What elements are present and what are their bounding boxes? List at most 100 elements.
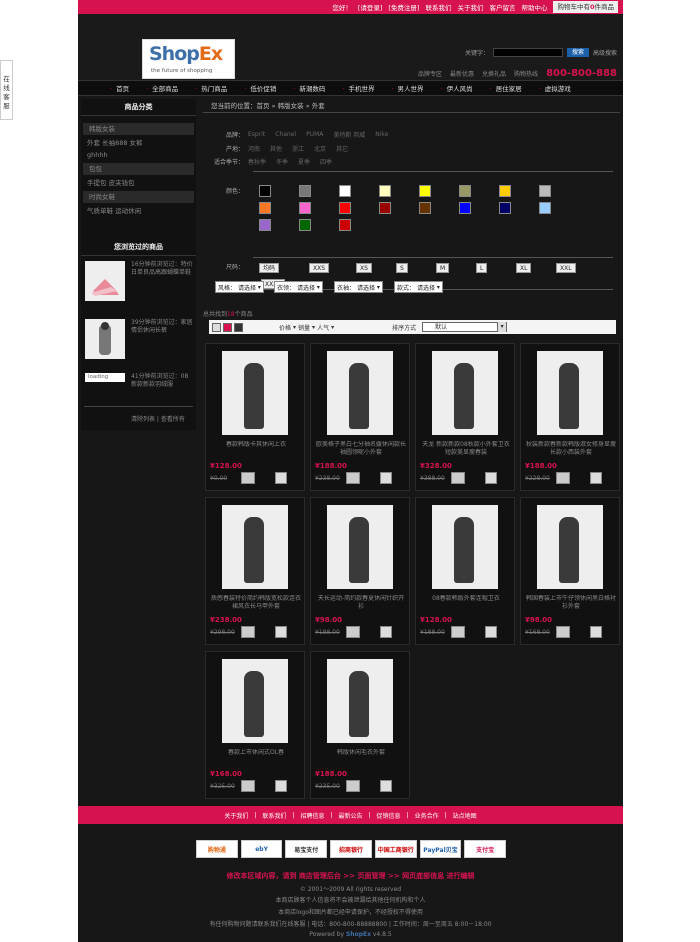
season-option[interactable]: 四季 (320, 157, 332, 166)
zoom-icon[interactable] (380, 472, 392, 484)
history-item[interactable]: loading 41分钟前浏览过：08新款新款羽绒服 (81, 371, 196, 415)
add-to-cart-icon[interactable] (451, 626, 465, 638)
size-option[interactable]: 均码 (259, 263, 280, 273)
season-option[interactable]: 春秋季 (248, 157, 266, 166)
color-swatch[interactable] (379, 185, 391, 197)
product-name[interactable]: 天长运动-简约款春夏休闲针织开衫 (315, 595, 407, 611)
add-to-cart-icon[interactable] (241, 472, 255, 484)
add-to-cart-icon[interactable] (346, 626, 360, 638)
nav-home[interactable]: 首页 (110, 83, 129, 93)
nav-hot[interactable]: 热门商品 (195, 83, 227, 93)
sort-popularity[interactable]: 人气 (317, 323, 329, 332)
product-card[interactable]: 天长运动-简约款春夏休闲针织开衫 ¥98.00 ¥188.00 (310, 497, 410, 645)
sublink-brand[interactable]: 品牌专区 (418, 69, 442, 78)
history-thumb[interactable] (85, 319, 125, 359)
sort-sales[interactable]: 销量 (298, 323, 310, 332)
crumb-category[interactable]: 韩版女装 (278, 102, 304, 110)
category-item[interactable]: 气质单鞋 运动休闲 (81, 205, 196, 217)
origin-option[interactable]: 其它 (336, 144, 348, 153)
nav-games[interactable]: 虚拟游戏 (539, 83, 571, 93)
zoom-icon[interactable] (380, 780, 392, 792)
advanced-search-link[interactable]: 高级搜索 (593, 48, 617, 57)
top-link-message[interactable]: 客户留言 (489, 2, 515, 12)
product-image[interactable] (432, 505, 498, 589)
category-item[interactable]: 外套 长袖888 女裤 (81, 137, 196, 149)
history-item[interactable]: 39分钟前浏览过：家居情侣休闲长裤 (81, 317, 196, 361)
product-image[interactable] (537, 351, 603, 435)
product-image[interactable] (327, 659, 393, 743)
product-card[interactable]: 韩版休闲毛衣外套 ¥188.00 ¥235.00 (310, 651, 410, 799)
top-link-about[interactable]: 关于我们 (457, 2, 483, 12)
product-name[interactable]: 韩版休闲毛衣外套 (315, 749, 407, 765)
color-swatch[interactable] (459, 202, 471, 214)
footer-link[interactable]: 招聘信息 (300, 811, 324, 820)
search-button[interactable]: 搜索 (566, 48, 589, 57)
product-name[interactable]: 欧美格子黑白七分袖名媛休闲款长袖圆领呢小外套 (315, 441, 407, 457)
color-swatch[interactable] (259, 185, 271, 197)
size-option[interactable]: XS (356, 263, 372, 273)
category-item[interactable]: 韩版女装 (83, 123, 194, 135)
list-view-icon[interactable] (212, 322, 221, 332)
product-name[interactable]: 韩国春装上市牛仔领休闲黑白格衬衫外套 (525, 595, 617, 611)
product-name[interactable]: 08春款韩版外套连帽卫衣 (420, 595, 512, 611)
color-swatch[interactable] (419, 185, 431, 197)
sublink-offers[interactable]: 最新优惠 (450, 69, 474, 78)
brand-option[interactable]: 美特斯 邦威 (333, 130, 365, 139)
add-to-cart-icon[interactable] (451, 472, 465, 484)
product-card[interactable]: 春款韩版卡其休闲上衣 ¥128.00 ¥0.00 (205, 343, 305, 491)
login-link[interactable]: [请登录] (358, 2, 383, 12)
color-swatch[interactable] (259, 219, 271, 231)
online-service-tab[interactable]: 在线客服 (0, 60, 13, 120)
product-image[interactable] (222, 505, 288, 589)
product-image[interactable] (537, 505, 603, 589)
size-option[interactable]: XXL (556, 263, 576, 273)
product-card[interactable]: 08春款韩版外套连帽卫衣 ¥128.00 ¥188.00 (415, 497, 515, 645)
color-swatch[interactable] (339, 185, 351, 197)
category-item[interactable]: 包包 (83, 163, 194, 175)
footer-link[interactable]: 最新公告 (338, 811, 362, 820)
size-option[interactable]: S (396, 263, 408, 273)
grid-view-icon[interactable] (223, 322, 232, 332)
collar-select[interactable]: 衣领： 请选择 ▾ (274, 281, 323, 293)
product-name[interactable]: 质感春装特价简约韩版宽松款连衣裙风衣长马甲外套 (210, 595, 302, 611)
color-swatch[interactable] (499, 202, 511, 214)
product-card[interactable]: 欧美格子黑白七分袖名媛休闲款长袖圆领呢小外套 ¥188.00 ¥238.00 (310, 343, 410, 491)
product-card[interactable]: 秋装新款春新款韩版淑女修身显瘦长款小西装外套 ¥188.00 ¥228.00 (520, 343, 620, 491)
nav-women[interactable]: 伊人风尚 (441, 83, 473, 93)
color-swatch[interactable] (379, 202, 391, 214)
add-to-cart-icon[interactable] (241, 780, 255, 792)
size-option[interactable]: L (476, 263, 488, 273)
add-to-cart-icon[interactable] (346, 780, 360, 792)
category-item[interactable]: 手提包 皮夹钱包 (81, 177, 196, 189)
color-swatch[interactable] (539, 185, 551, 197)
zoom-icon[interactable] (275, 626, 287, 638)
product-card[interactable]: 天龙 新款新款08秋款小外套卫衣短款美显瘦春装 ¥328.00 ¥388.00 (415, 343, 515, 491)
color-swatch[interactable] (339, 219, 351, 231)
color-swatch[interactable] (339, 202, 351, 214)
brand-option[interactable]: Chanel (275, 131, 296, 138)
nav-phone[interactable]: 手机世界 (342, 83, 374, 93)
view-all-history-link[interactable]: 查看所有 (161, 416, 185, 423)
brand-option[interactable]: Esprit (248, 131, 265, 138)
sublink-gifts[interactable]: 兑换礼品 (482, 69, 506, 78)
nav-men[interactable]: 男人世界 (391, 83, 424, 93)
top-link-help[interactable]: 帮助中心 (521, 2, 547, 12)
size-option[interactable]: XL (516, 263, 532, 273)
origin-option[interactable]: 其他 (270, 144, 282, 153)
color-swatch[interactable] (539, 202, 551, 214)
crumb-home[interactable]: 首页 (257, 102, 270, 110)
product-image[interactable] (327, 505, 393, 589)
color-swatch[interactable] (459, 185, 471, 197)
type-select[interactable]: 款式： 请选择 ▾ (394, 281, 443, 293)
top-link-contact[interactable]: 联系我们 (425, 2, 451, 12)
nav-sale[interactable]: 低价促销 (244, 83, 276, 93)
product-image[interactable] (327, 351, 393, 435)
add-to-cart-icon[interactable] (556, 472, 570, 484)
product-image[interactable] (222, 659, 288, 743)
powered-brand[interactable]: ShopEx (346, 931, 371, 938)
footer-link[interactable]: 关于我们 (224, 811, 248, 820)
zoom-icon[interactable] (485, 626, 497, 638)
history-thumb[interactable] (85, 261, 125, 301)
zoom-icon[interactable] (590, 626, 602, 638)
size-option[interactable]: XXS (309, 263, 330, 273)
